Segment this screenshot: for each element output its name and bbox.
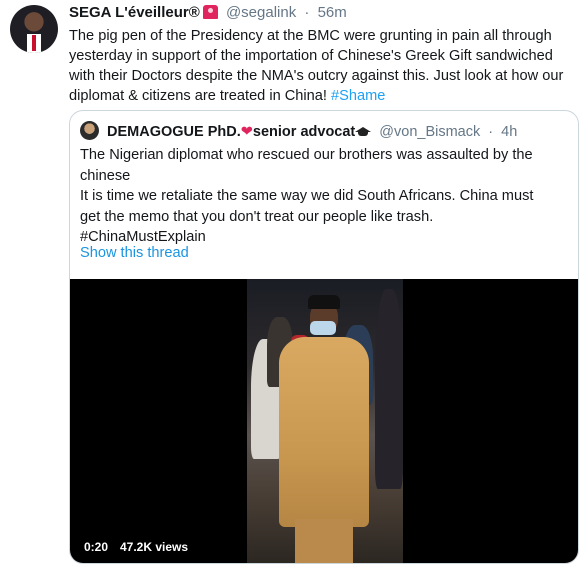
quoted-author-name[interactable]: DEMAGOGUE PhD.❤senior advocat bbox=[107, 124, 372, 140]
video-views: 47.2K views bbox=[120, 540, 189, 554]
quoted-handle[interactable]: @von_Bismack bbox=[379, 124, 480, 140]
avatar-tie bbox=[32, 35, 36, 51]
quoted-line: The Nigerian diplomat who rescued our br… bbox=[80, 147, 533, 163]
quoted-line: get the memo that you don't treat our pe… bbox=[80, 208, 434, 225]
quoted-header: DEMAGOGUE PhD.❤senior advocat @von_Bisma… bbox=[80, 121, 517, 141]
quoted-text: The Nigerian diplomat who rescued our br… bbox=[80, 145, 570, 248]
tweet-body: The pig pen of the Presidency at the BMC… bbox=[69, 28, 564, 104]
tweet-text: The pig pen of the Presidency at the BMC… bbox=[69, 26, 575, 106]
quoted-author-suffix: senior advocat bbox=[252, 124, 356, 140]
hashtag-link[interactable]: #Shame bbox=[331, 88, 385, 104]
quoted-time[interactable]: 4h bbox=[501, 124, 517, 140]
graduation-cap-icon bbox=[355, 125, 372, 137]
author-avatar[interactable] bbox=[10, 5, 58, 53]
quoted-separator: · bbox=[488, 124, 494, 140]
author-handle[interactable]: @segalink bbox=[226, 4, 296, 21]
rotating-light-icon bbox=[202, 5, 218, 19]
quoted-avatar[interactable] bbox=[80, 121, 99, 140]
man-legs bbox=[295, 519, 353, 563]
quoted-line: It is time we retaliate the same way we … bbox=[80, 188, 534, 204]
video-player[interactable]: 0:20 47.2K views bbox=[70, 279, 578, 563]
quoted-line: chinese bbox=[80, 167, 131, 184]
tweet-header: SEGA L'éveilleur® @segalink · 56m bbox=[69, 4, 347, 22]
video-frame bbox=[247, 279, 403, 563]
man-robe bbox=[279, 337, 369, 527]
broken-heart-icon: ❤ bbox=[240, 124, 253, 140]
author-name[interactable]: SEGA L'éveilleur® bbox=[69, 4, 200, 21]
man-cap bbox=[308, 295, 340, 309]
time-separator: · bbox=[304, 4, 310, 21]
tweet-time[interactable]: 56m bbox=[318, 4, 347, 21]
face-mask bbox=[310, 321, 336, 335]
video-time: 0:20 bbox=[84, 540, 109, 554]
quoted-tweet[interactable]: DEMAGOGUE PhD.❤senior advocat @von_Bisma… bbox=[69, 110, 579, 564]
background-person bbox=[375, 289, 403, 489]
show-thread-link[interactable]: Show this thread bbox=[80, 245, 189, 261]
